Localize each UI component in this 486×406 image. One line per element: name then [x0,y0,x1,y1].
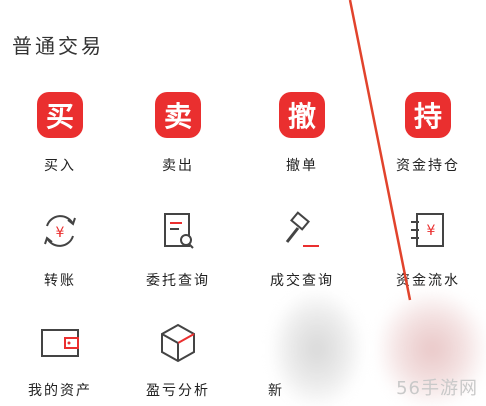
my-assets-button[interactable]: 我的资产 [0,320,120,406]
holdings-label: 资金持仓 [396,158,460,174]
my-assets-label: 我的资产 [28,383,92,399]
cancel-icon: 撤 [279,92,325,138]
order-query-label: 委托查询 [146,273,210,289]
buy-button[interactable]: 买 买入 [0,92,120,182]
cancel-order-label: 撤单 [286,158,318,174]
cancel-order-button[interactable]: 撤 撤单 [242,92,362,182]
deal-query-button[interactable]: 成交查询 [242,208,362,298]
deal-query-icon [285,211,319,247]
profit-analysis-button[interactable]: 盈亏分析 [118,320,238,406]
holdings-button[interactable]: 持 资金持仓 [368,92,486,182]
order-query-button[interactable]: 委托查询 [118,208,238,298]
profit-analysis-icon [161,323,195,363]
sell-icon: 卖 [155,92,201,138]
fund-flow-button[interactable]: ¥ 资金流水 [368,208,486,298]
watermark: 56手游网 [396,378,478,399]
sell-label: 卖出 [162,158,194,174]
holdings-icon: 持 [405,92,451,138]
transfer-button[interactable]: ¥ 转账 [0,208,120,298]
transfer-icon: ¥ [44,215,76,247]
buy-icon: 买 [37,92,83,138]
fund-flow-label: 资金流水 [396,273,460,289]
deal-query-label: 成交查询 [270,273,334,289]
svg-text:¥: ¥ [56,225,65,241]
buy-label: 买入 [44,158,76,174]
sell-button[interactable]: 卖 卖出 [118,92,238,182]
svg-text:¥: ¥ [427,223,436,239]
blurred-region [272,292,362,406]
transfer-label: 转账 [44,273,76,289]
wallet-icon [41,329,79,357]
fund-flow-icon: ¥ [411,213,444,247]
order-query-icon [164,213,194,249]
section-title: 普通交易 [12,34,104,58]
profit-analysis-label: 盈亏分析 [146,383,210,399]
